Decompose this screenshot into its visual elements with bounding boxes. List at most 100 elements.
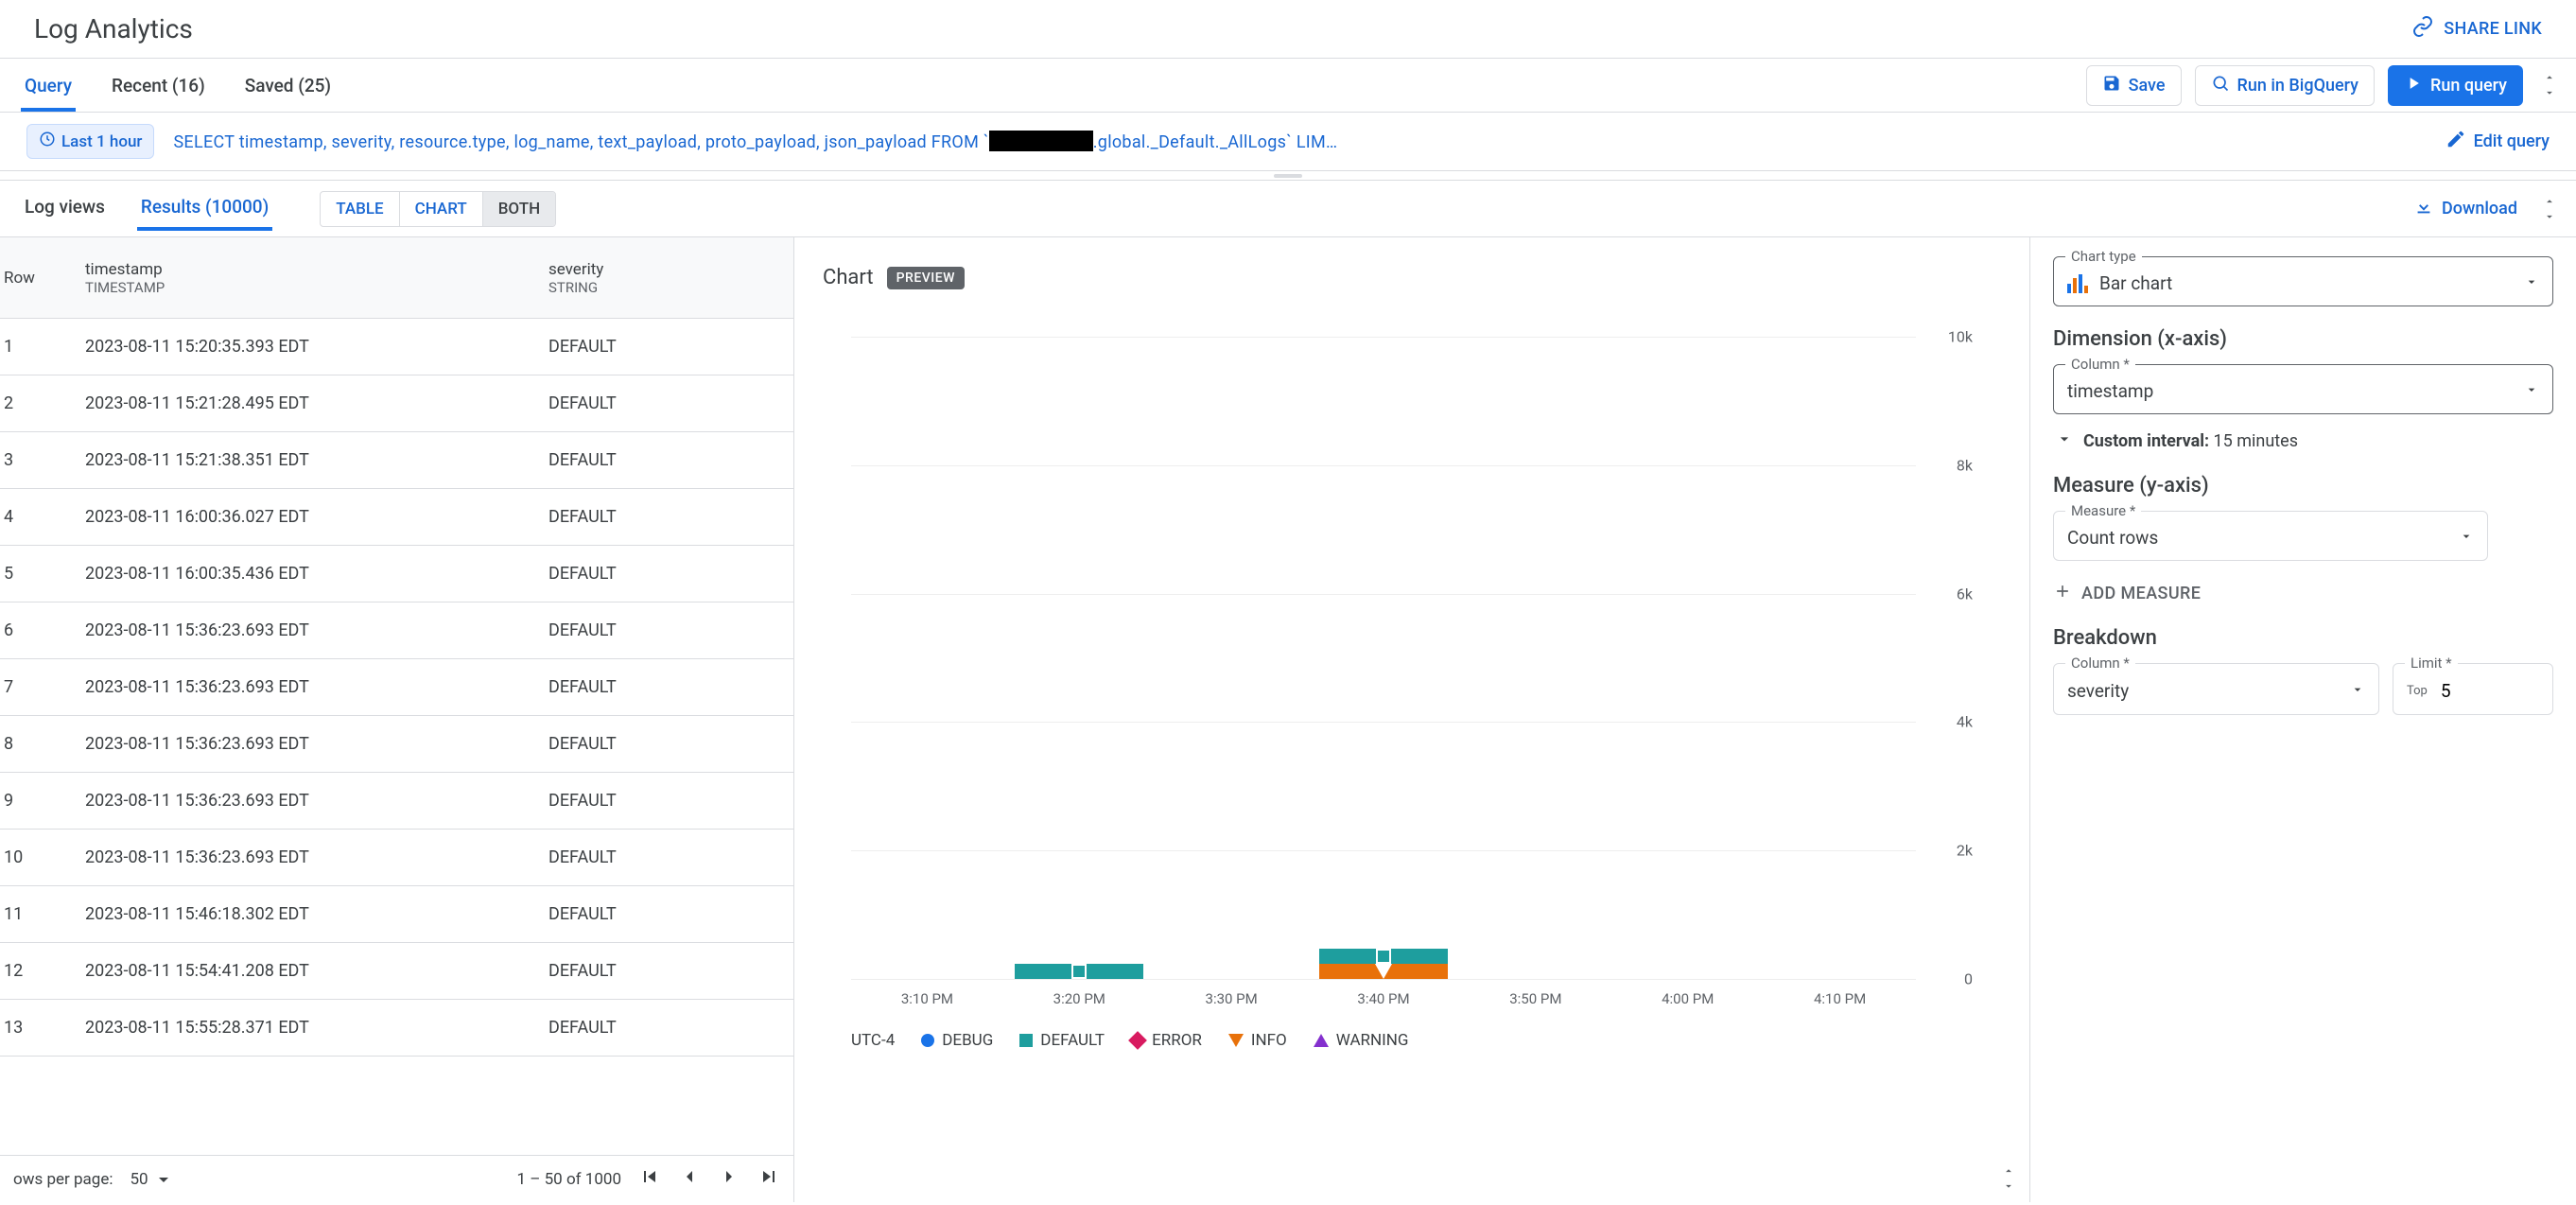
breakdown-limit-field[interactable]: Limit * Top [2393,663,2553,715]
legend-debug[interactable]: DEBUG [921,1031,993,1050]
table-row[interactable]: 12023-08-11 15:20:35.393 EDTDEFAULT [0,319,793,375]
x-tick-label: 3:20 PM [1053,990,1105,1007]
pager-next-button[interactable] [718,1165,740,1193]
cell-severity: DEFAULT [548,677,793,697]
table-row[interactable]: 102023-08-11 15:36:23.693 EDTDEFAULT [0,830,793,886]
drag-handle[interactable] [0,171,2576,181]
col-timestamp-header[interactable]: timestamp [85,260,548,279]
table-row[interactable]: 132023-08-11 15:55:28.371 EDTDEFAULT [0,1000,793,1057]
chart-type-select[interactable]: Chart type Bar chart [2053,256,2553,306]
legend-default[interactable]: DEFAULT [1019,1031,1105,1050]
y-tick-label: 4k [1957,713,1973,731]
panel-expand-toggle[interactable] [2536,71,2557,99]
chevron-down-icon [2055,429,2074,453]
share-link-button[interactable]: SHARE LINK [2411,15,2542,43]
download-button[interactable]: Download [2413,196,2517,221]
add-measure-button[interactable]: ADD MEASURE [2053,582,2553,605]
caret-down-icon [2524,274,2539,293]
y-tick-label: 10k [1948,328,1973,346]
chart-expand-toggle[interactable] [1995,1164,2016,1193]
bar-segment-default [1319,949,1448,964]
pager-last-button[interactable] [757,1165,780,1193]
time-range-chip[interactable]: Last 1 hour [26,124,154,159]
legend-tz: UTC-4 [851,1031,895,1050]
y-tick-label: 2k [1957,842,1973,860]
run-query-button[interactable]: Run query [2388,65,2523,106]
cell-timestamp: 2023-08-11 15:55:28.371 EDT [85,1018,548,1038]
view-toggle-table[interactable]: TABLE [321,192,399,226]
subtab-log-views[interactable]: Log views [21,186,109,231]
view-toggle-both[interactable]: BOTH [483,192,555,226]
limit-input[interactable] [2439,679,2477,703]
clock-icon [39,131,56,152]
cell-severity: DEFAULT [548,507,793,527]
chart-plot[interactable]: 02k4k6k8k10k3:10 PM3:20 PM3:30 PM3:40 PM… [823,308,2010,1027]
breakdown-section-title: Breakdown [2053,626,2553,650]
table-row[interactable]: 32023-08-11 15:21:38.351 EDTDEFAULT [0,432,793,489]
table-row[interactable]: 82023-08-11 15:36:23.693 EDTDEFAULT [0,716,793,773]
breakdown-column-select[interactable]: Column * severity [2053,663,2379,715]
bar-stack[interactable] [1015,964,1143,979]
run-bigquery-button[interactable]: Run in BigQuery [2195,65,2375,106]
cell-severity: DEFAULT [548,791,793,811]
table-row[interactable]: 22023-08-11 15:21:28.495 EDTDEFAULT [0,375,793,432]
rows-per-page-value: 50 [130,1170,148,1189]
tab-saved[interactable]: Saved (25) [241,61,335,112]
cell-rownum: 3 [0,450,85,470]
custom-interval-toggle[interactable]: Custom interval: 15 minutes [2055,429,2553,453]
save-icon [2102,74,2121,97]
table-row[interactable]: 92023-08-11 15:36:23.693 EDTDEFAULT [0,773,793,830]
cell-severity: DEFAULT [548,393,793,413]
cell-timestamp: 2023-08-11 15:36:23.693 EDT [85,791,548,811]
rows-per-page-select[interactable]: 50 [130,1168,174,1191]
results-panel-expand[interactable] [2536,195,2557,223]
edit-query-button[interactable]: Edit query [2445,129,2550,154]
table-row[interactable]: 42023-08-11 16:00:36.027 EDTDEFAULT [0,489,793,546]
limit-float: Limit * [2405,655,2458,672]
cell-severity: DEFAULT [548,450,793,470]
measure-value: Count rows [2067,527,2447,549]
legend-warning[interactable]: WARNING [1314,1031,1409,1050]
cell-severity: DEFAULT [548,734,793,754]
pager-prev-button[interactable] [678,1165,701,1193]
bar-stack[interactable] [1319,949,1448,979]
cell-severity: DEFAULT [548,337,793,357]
tab-recent[interactable]: Recent (16) [108,61,209,112]
dimension-column-value: timestamp [2067,380,2513,402]
cell-severity: DEFAULT [548,847,793,867]
legend-error[interactable]: ERROR [1131,1031,1202,1050]
cell-rownum: 8 [0,734,85,754]
pager-range: 1 – 50 of 1000 [516,1170,621,1189]
cell-rownum: 9 [0,791,85,811]
table-row[interactable]: 62023-08-11 15:36:23.693 EDTDEFAULT [0,602,793,659]
tab-query[interactable]: Query [21,61,76,112]
table-row[interactable]: 122023-08-11 15:54:41.208 EDTDEFAULT [0,943,793,1000]
save-button[interactable]: Save [2086,65,2182,106]
pencil-icon [2445,129,2466,154]
chart-type-value: Bar chart [2099,272,2513,294]
chart-legend: UTC-4 DEBUG DEFAULT ERROR INFO WARNING [823,1031,2010,1050]
dimension-column-select[interactable]: Column * timestamp [2053,364,2553,414]
download-label: Download [2442,199,2517,218]
subtab-results[interactable]: Results (10000) [137,186,272,231]
chart-type-float-label: Chart type [2065,248,2142,265]
cell-rownum: 11 [0,904,85,924]
pager-first-button[interactable] [638,1165,661,1193]
y-tick-label: 0 [1964,970,1973,988]
cell-timestamp: 2023-08-11 15:21:38.351 EDT [85,450,548,470]
chart-title: Chart [823,266,874,289]
time-range-label: Last 1 hour [61,132,142,151]
table-row[interactable]: 112023-08-11 15:46:18.302 EDTDEFAULT [0,886,793,943]
measure-select[interactable]: Measure * Count rows [2053,511,2488,561]
table-row[interactable]: 52023-08-11 16:00:35.436 EDTDEFAULT [0,546,793,602]
col-severity-header[interactable]: severity [548,260,793,279]
query-sql-preview[interactable]: SELECT timestamp, severity, resource.typ… [173,131,2426,152]
view-toggle-chart[interactable]: CHART [400,192,483,226]
caret-down-icon [2350,682,2365,701]
breakdown-column-float: Column * [2065,655,2135,672]
breakdown-column-value: severity [2067,680,2339,702]
table-row[interactable]: 72023-08-11 15:36:23.693 EDTDEFAULT [0,659,793,716]
cell-rownum: 7 [0,677,85,697]
legend-info[interactable]: INFO [1228,1031,1287,1050]
cell-rownum: 10 [0,847,85,867]
